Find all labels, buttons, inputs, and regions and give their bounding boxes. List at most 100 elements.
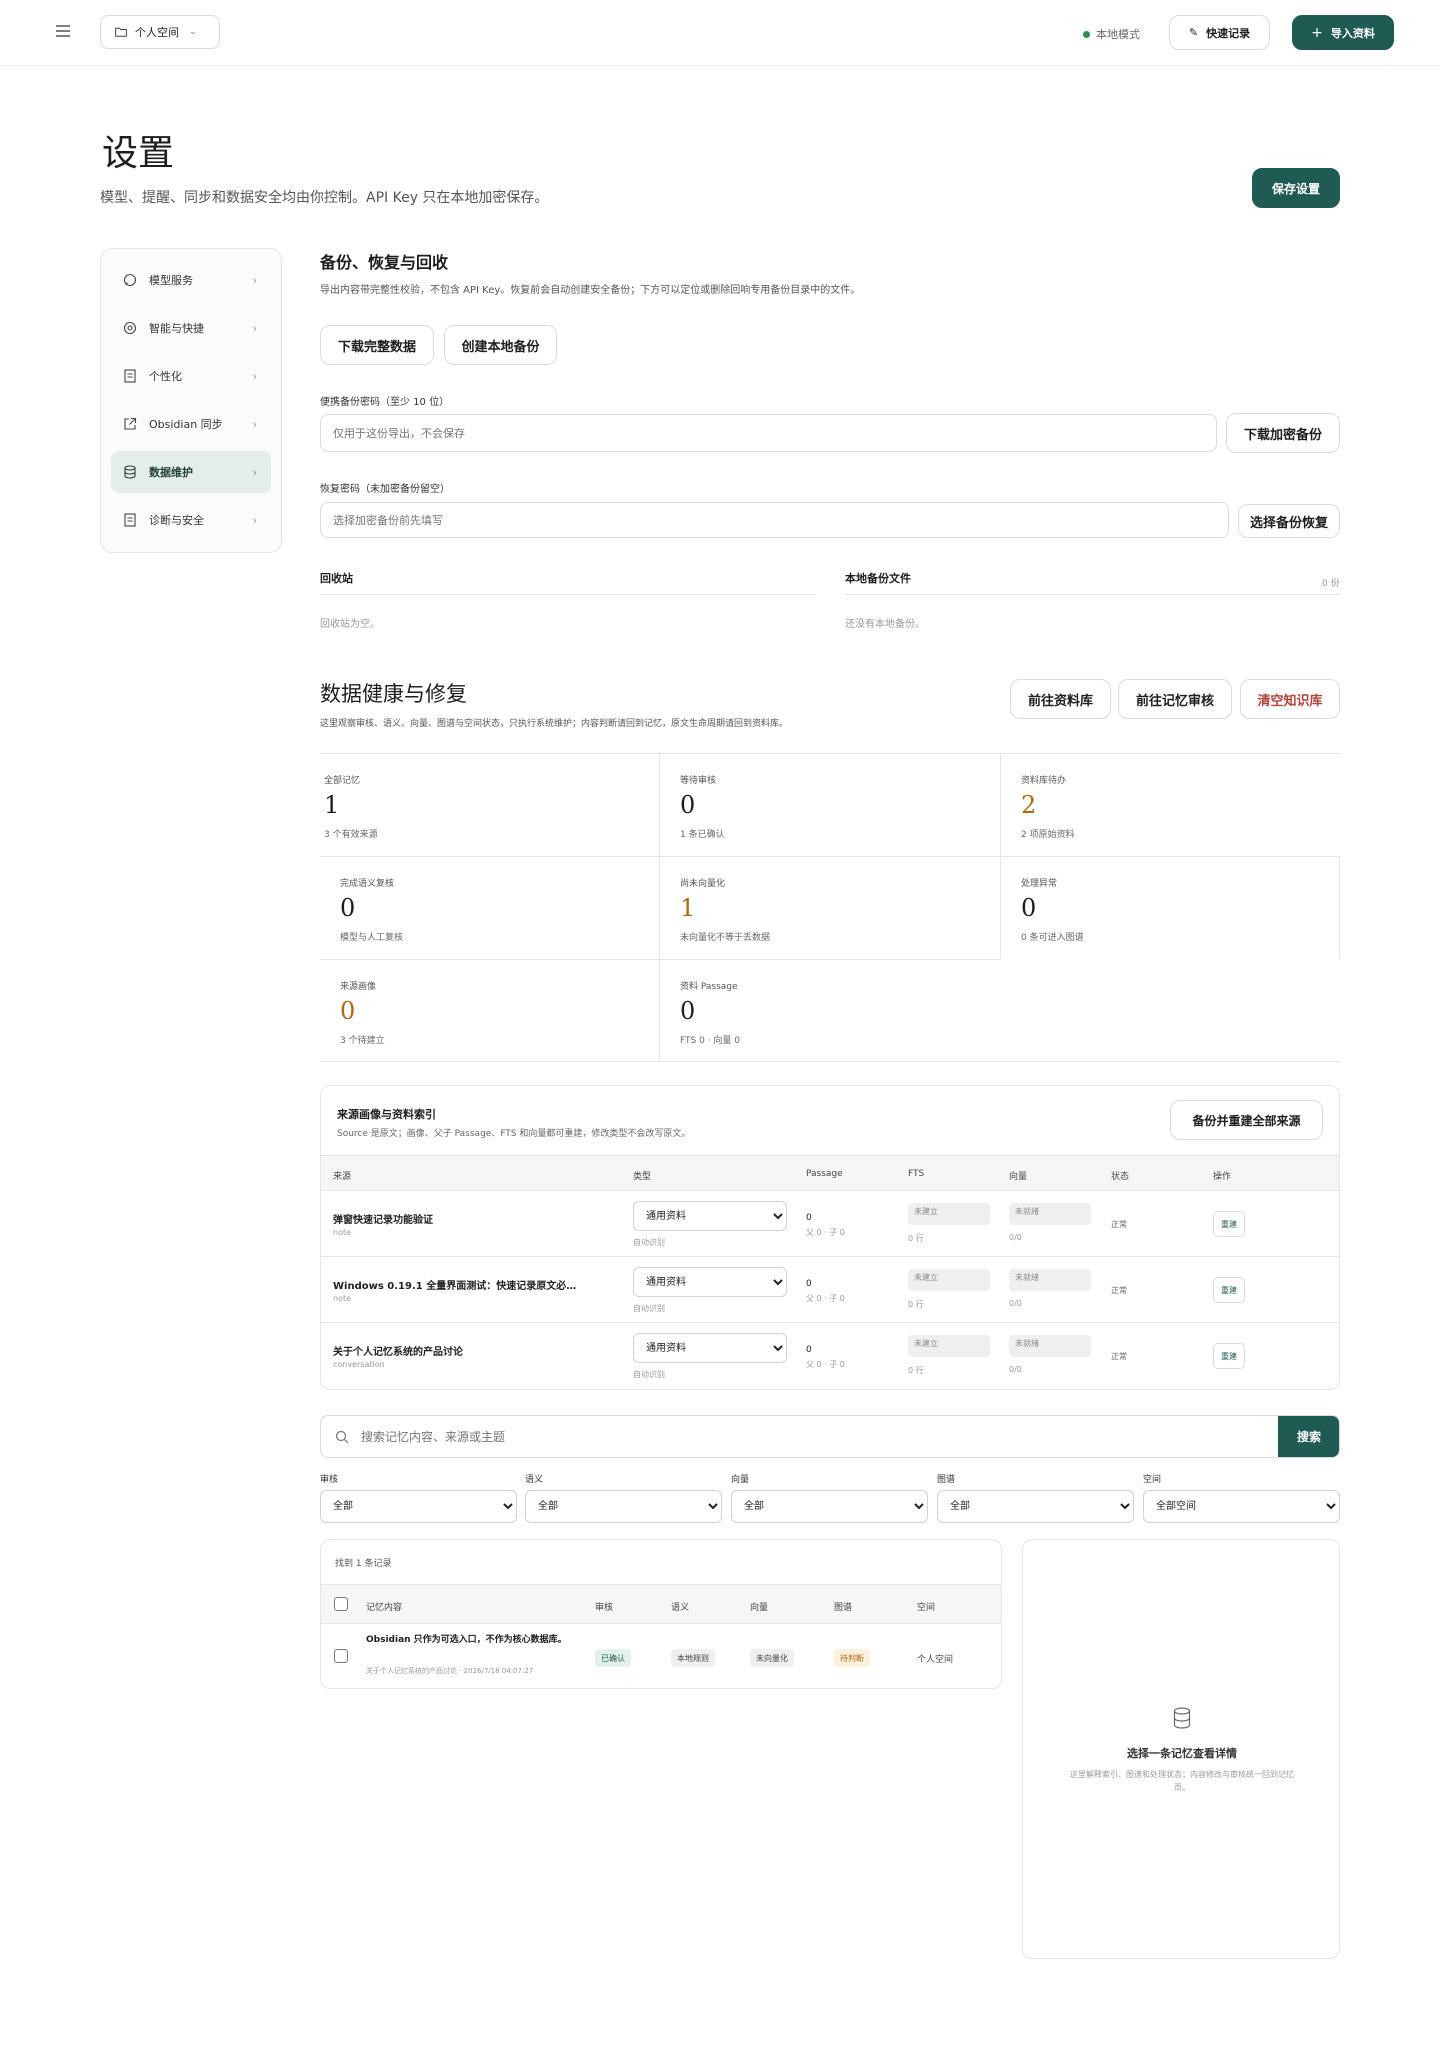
stat-value: 1 (680, 894, 696, 922)
source-type-select[interactable]: 通用资料 (633, 1333, 787, 1363)
stat-card: 完成语义复核 0 模型与人工复核 (320, 856, 659, 959)
stat-sub: 3 个有效来源 (324, 830, 378, 840)
source-kind: note (333, 1294, 352, 1303)
sidebar-item-obsidian-sync[interactable]: Obsidian 同步 › (111, 403, 271, 445)
restore-password-input[interactable] (320, 502, 1229, 538)
stat-sub: FTS 0 · 向量 0 (680, 1036, 740, 1046)
source-type-select[interactable]: 通用资料 (633, 1201, 787, 1231)
column-header: 向量 (1009, 1172, 1028, 1182)
select-all-checkbox[interactable] (334, 1597, 348, 1611)
download-full-button[interactable]: 下载完整数据 (320, 325, 434, 365)
menu-icon[interactable] (56, 25, 70, 37)
type-hint: 自动识别 (633, 1304, 665, 1313)
search-input[interactable] (361, 1416, 1241, 1457)
row-checkbox[interactable] (334, 1649, 348, 1663)
source-kind: conversation (333, 1360, 385, 1369)
passage-sub: 父 0 · 子 0 (806, 1360, 845, 1369)
source-type-select[interactable]: 通用资料 (633, 1267, 787, 1297)
sidebar-item-model-service[interactable]: 模型服务 › (111, 259, 271, 301)
detail-empty-title: 选择一条记忆查看详情 (1127, 1747, 1237, 1760)
rebuild-all-button[interactable]: 备份并重建全部来源 (1170, 1100, 1323, 1140)
divider (320, 594, 815, 595)
workspace-selector[interactable]: 个人空间 ⌄ (100, 15, 220, 49)
filter-semantic-select[interactable]: 全部 (525, 1490, 722, 1523)
quick-record-button[interactable]: ✎ 快速记录 (1169, 15, 1270, 50)
sidebar-item-diagnostics[interactable]: 诊断与安全 › (111, 499, 271, 541)
sidebar-item-label: 诊断与安全 (149, 514, 204, 527)
graph-badge: 待判断 (834, 1649, 870, 1667)
vector-badge: 未向量化 (750, 1649, 794, 1667)
database-icon (123, 465, 137, 479)
filter-vector-select[interactable]: 全部 (731, 1490, 928, 1523)
database-icon (1173, 1707, 1191, 1732)
health-title: 数据健康与修复 (320, 682, 467, 706)
source-title: Windows 0.19.1 全量界面测试：快速记录原文必… (333, 1281, 577, 1292)
passage-count: 0 (806, 1213, 812, 1223)
sidebar-item-label: Obsidian 同步 (149, 418, 223, 431)
health-desc: 这里观察审核、语义、向量、图谱与空间状态，只执行系统维护；内容判断请回到记忆，原… (320, 719, 789, 729)
filter-label: 空间 (1143, 1475, 1162, 1485)
stat-sub: 0 条可进入图谱 (1021, 933, 1084, 943)
folder-icon (115, 27, 127, 37)
sidebar-item-label: 数据维护 (149, 466, 193, 479)
clear-knowledge-button[interactable]: 清空知识库 (1240, 679, 1340, 719)
rebuild-button[interactable]: 重建 (1213, 1277, 1245, 1303)
create-local-backup-button[interactable]: 创建本地备份 (444, 325, 557, 365)
sidebar-item-label: 个性化 (149, 370, 182, 383)
space-value: 个人空间 (917, 1655, 954, 1665)
stat-value: 0 (680, 997, 696, 1025)
filter-graph-select[interactable]: 全部 (937, 1490, 1134, 1523)
results-count: 找到 1 条记录 (335, 1559, 392, 1569)
vector-sub: 0/0 (1009, 1233, 1022, 1242)
stat-sub: 1 条已确认 (680, 830, 725, 840)
fts-status: 未建立 (908, 1203, 990, 1225)
source-kind: note (333, 1228, 352, 1237)
passage-sub: 父 0 · 子 0 (806, 1228, 845, 1237)
divider (320, 1061, 1340, 1062)
rebuild-button[interactable]: 重建 (1213, 1211, 1245, 1237)
source-status: 正常 (1111, 1352, 1127, 1361)
results-card: 找到 1 条记录 记忆内容 审核 语义 向量 图谱 空间 Obsidian 只作… (320, 1539, 1002, 1689)
vector-status: 未就绪 (1009, 1203, 1091, 1225)
vector-sub: 0/0 (1009, 1299, 1022, 1308)
stat-sub: 3 个待建立 (340, 1036, 385, 1046)
column-header: 审核 (595, 1603, 614, 1613)
table-row[interactable]: Obsidian 只作为可选入口，不作为核心数据库。 关于个人记忆系统的产品讨论… (321, 1624, 1001, 1688)
local-files-count: 0 份 (1322, 579, 1340, 589)
pencil-icon: ✎ (1188, 26, 1199, 39)
stat-value: 0 (680, 791, 696, 819)
recycle-bin-empty: 回收站为空。 (320, 619, 380, 630)
stat-card: 尚未向量化 1 未向量化不等于丢数据 (660, 856, 1000, 959)
column-header: 操作 (1213, 1172, 1232, 1182)
fts-sub: 0 行 (908, 1366, 924, 1375)
page-title: 设置 (102, 133, 175, 174)
column-header: 类型 (633, 1172, 652, 1182)
search-button[interactable]: 搜索 (1278, 1416, 1339, 1457)
restore-password-label: 恢复密码（未加密备份留空） (320, 484, 450, 495)
local-files-title: 本地备份文件 (845, 572, 911, 585)
mode-indicator: 本地模式 (1083, 26, 1140, 42)
import-button[interactable]: + 导入资料 (1292, 15, 1394, 50)
goto-library-button[interactable]: 前往资料库 (1010, 679, 1111, 719)
sidebar-item-personalization[interactable]: 个性化 › (111, 355, 271, 397)
settings-nav: 模型服务 › 智能与快捷 › 个性化 › Obsidian 同步 › 数据维护 … (100, 248, 282, 553)
save-settings-button[interactable]: 保存设置 (1252, 168, 1340, 208)
vector-status: 未就绪 (1009, 1269, 1091, 1291)
export-password-label: 便携备份密码（至少 10 位） (320, 397, 450, 408)
sidebar-item-smart-shortcuts[interactable]: 智能与快捷 › (111, 307, 271, 349)
chat-bubble-icon (123, 273, 137, 287)
filter-space-select[interactable]: 全部空间 (1143, 1490, 1340, 1523)
export-password-input[interactable] (320, 414, 1217, 452)
source-status: 正常 (1111, 1220, 1127, 1229)
memory-meta: 关于个人记忆系统的产品讨论 · 2026/7/18 04:07:27 (366, 1667, 534, 1675)
rebuild-button[interactable]: 重建 (1213, 1343, 1245, 1369)
stat-label: 处理异常 (1021, 879, 1058, 889)
fts-sub: 0 行 (908, 1300, 924, 1309)
goto-review-button[interactable]: 前往记忆审核 (1118, 679, 1232, 719)
stat-label: 等待审核 (680, 776, 717, 786)
choose-restore-button[interactable]: 选择备份恢复 (1238, 504, 1340, 538)
sidebar-item-data-maintenance[interactable]: 数据维护 › (111, 451, 271, 493)
filter-review-select[interactable]: 全部 (320, 1490, 517, 1523)
download-encrypted-button[interactable]: 下载加密备份 (1226, 413, 1340, 453)
document-icon (123, 369, 137, 383)
